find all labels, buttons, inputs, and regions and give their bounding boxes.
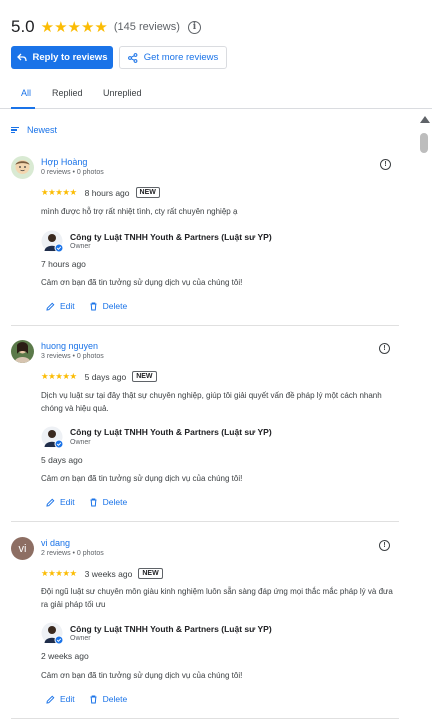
new-badge: NEW (132, 371, 157, 382)
review-card: vi vi dang 2 reviews • 0 photos ! ★★★★★ … (11, 537, 399, 712)
review-stars: ★★★★★ (41, 568, 77, 578)
review-count: (145 reviews) (113, 21, 180, 33)
owner-avatar-icon (41, 426, 64, 449)
review-divider (11, 325, 399, 326)
delete-label: Delete (102, 694, 128, 704)
tab-all[interactable]: All (21, 88, 31, 98)
edit-label: Edit (60, 497, 75, 507)
active-tab-indicator (11, 107, 35, 109)
edit-label: Edit (60, 694, 75, 704)
review-rating-row: ★★★★★ 8 hours ago NEW (41, 187, 160, 198)
owner-role: Owner (70, 635, 91, 642)
reply-actions: Edit Delete (46, 497, 127, 507)
owner-reply-text: Cảm ơn bạn đã tin tưởng sử dụng dịch vụ … (41, 671, 243, 680)
rating-stars: ★★★★★ (40, 19, 108, 36)
review-card: Hợp Hoàng 0 reviews • 0 photos ! ★★★★★ 8… (11, 156, 399, 316)
reviewer-name[interactable]: vi dang (41, 538, 70, 548)
reply-arrow-icon (16, 53, 27, 62)
avatar[interactable]: vi (11, 537, 34, 560)
delete-reply-button[interactable]: Delete (89, 497, 128, 507)
owner-avatar-icon (41, 622, 64, 645)
get-more-reviews-button[interactable]: Get more reviews (119, 46, 227, 69)
review-stars: ★★★★★ (41, 187, 77, 197)
review-tabs: All Replied Unreplied (0, 82, 432, 109)
owner-reply-time: 7 hours ago (41, 259, 86, 269)
tab-unreplied[interactable]: Unreplied (103, 88, 142, 98)
reviewer-name[interactable]: Hợp Hoàng (41, 157, 87, 167)
reviewer-meta: 3 reviews • 0 photos (41, 353, 104, 360)
info-icon[interactable]: i (187, 20, 201, 34)
review-rating-row: ★★★★★ 3 weeks ago NEW (41, 568, 163, 579)
review-time: 3 weeks ago (84, 568, 133, 579)
reply-to-reviews-label: Reply to reviews (32, 52, 108, 63)
review-card: huong nguyen 3 reviews • 0 photos ! ★★★★… (11, 340, 399, 515)
pencil-icon (46, 498, 55, 507)
owner-name: Công ty Luật TNHH Youth & Partners (Luật… (70, 427, 272, 437)
delete-reply-button[interactable]: Delete (89, 301, 128, 311)
sort-icon (11, 126, 19, 134)
reviewer-name[interactable]: huong nguyen (41, 341, 98, 351)
avatar[interactable] (11, 156, 34, 179)
tab-replied[interactable]: Replied (52, 88, 83, 98)
reply-actions: Edit Delete (46, 694, 127, 704)
review-time: 8 hours ago (84, 187, 130, 198)
new-badge: NEW (135, 187, 160, 198)
delete-reply-button[interactable]: Delete (89, 694, 128, 704)
review-divider (11, 521, 399, 522)
rating-summary: 5.0 ★★★★★ (145 reviews) i (11, 15, 201, 39)
owner-avatar (41, 426, 65, 450)
owner-name: Công ty Luật TNHH Youth & Partners (Luật… (70, 624, 272, 634)
scrollbar[interactable] (416, 112, 432, 720)
owner-avatar (41, 230, 65, 254)
edit-reply-button[interactable]: Edit (46, 301, 75, 311)
reply-to-reviews-button[interactable]: Reply to reviews (11, 46, 113, 69)
trash-icon (90, 302, 97, 310)
reviewer-meta: 0 reviews • 0 photos (41, 169, 104, 176)
sort-label: Newest (27, 125, 58, 135)
trash-icon (90, 498, 97, 506)
report-icon[interactable]: ! (380, 159, 391, 170)
review-time: 5 days ago (84, 371, 127, 382)
reply-actions: Edit Delete (46, 301, 127, 311)
edit-reply-button[interactable]: Edit (46, 694, 75, 704)
avatar[interactable] (11, 340, 34, 363)
review-stars: ★★★★★ (41, 371, 77, 381)
sort-selector[interactable]: Newest (11, 125, 57, 135)
review-text: Dịch vụ luật sư tại đây thật sự chuyên n… (41, 391, 382, 413)
reviewer-meta: 2 reviews • 0 photos (41, 550, 104, 557)
edit-label: Edit (60, 301, 75, 311)
pencil-icon (46, 302, 55, 311)
delete-label: Delete (102, 497, 128, 507)
action-buttons: Reply to reviews Get more reviews (11, 46, 227, 69)
report-icon[interactable]: ! (379, 540, 390, 551)
owner-reply-text: Cảm ơn bạn đã tin tưởng sử dụng dịch vụ … (41, 278, 243, 287)
owner-name: Công ty Luật TNHH Youth & Partners (Luật… (70, 232, 272, 242)
scroll-thumb[interactable] (420, 133, 428, 153)
trash-icon (90, 695, 97, 703)
delete-label: Delete (102, 301, 128, 311)
owner-avatar-icon (41, 230, 64, 253)
review-text: mình được hỗ trợ rất nhiệt tình, cty rất… (41, 207, 238, 216)
owner-reply-text: Cảm ơn bạn đã tin tưởng sử dụng dịch vụ … (41, 474, 243, 483)
review-rating-row: ★★★★★ 5 days ago NEW (41, 371, 157, 382)
average-rating: 5.0 (11, 17, 35, 36)
report-icon[interactable]: ! (379, 343, 390, 354)
reviewer-avatar-icon (11, 340, 34, 363)
scroll-up-arrow-icon[interactable] (420, 116, 430, 123)
reviewer-avatar-icon (11, 156, 34, 179)
owner-avatar (41, 622, 65, 646)
owner-reply-time: 5 days ago (41, 455, 83, 465)
pencil-icon (46, 695, 55, 704)
edit-reply-button[interactable]: Edit (46, 497, 75, 507)
new-badge: NEW (138, 568, 163, 579)
get-more-reviews-label: Get more reviews (143, 52, 219, 63)
owner-reply-time: 2 weeks ago (41, 651, 89, 661)
owner-role: Owner (70, 243, 91, 250)
review-text: Đội ngũ luật sư chuyên môn giàu kinh ngh… (41, 587, 393, 609)
share-icon (127, 52, 138, 63)
owner-role: Owner (70, 439, 91, 446)
review-divider (11, 718, 399, 719)
